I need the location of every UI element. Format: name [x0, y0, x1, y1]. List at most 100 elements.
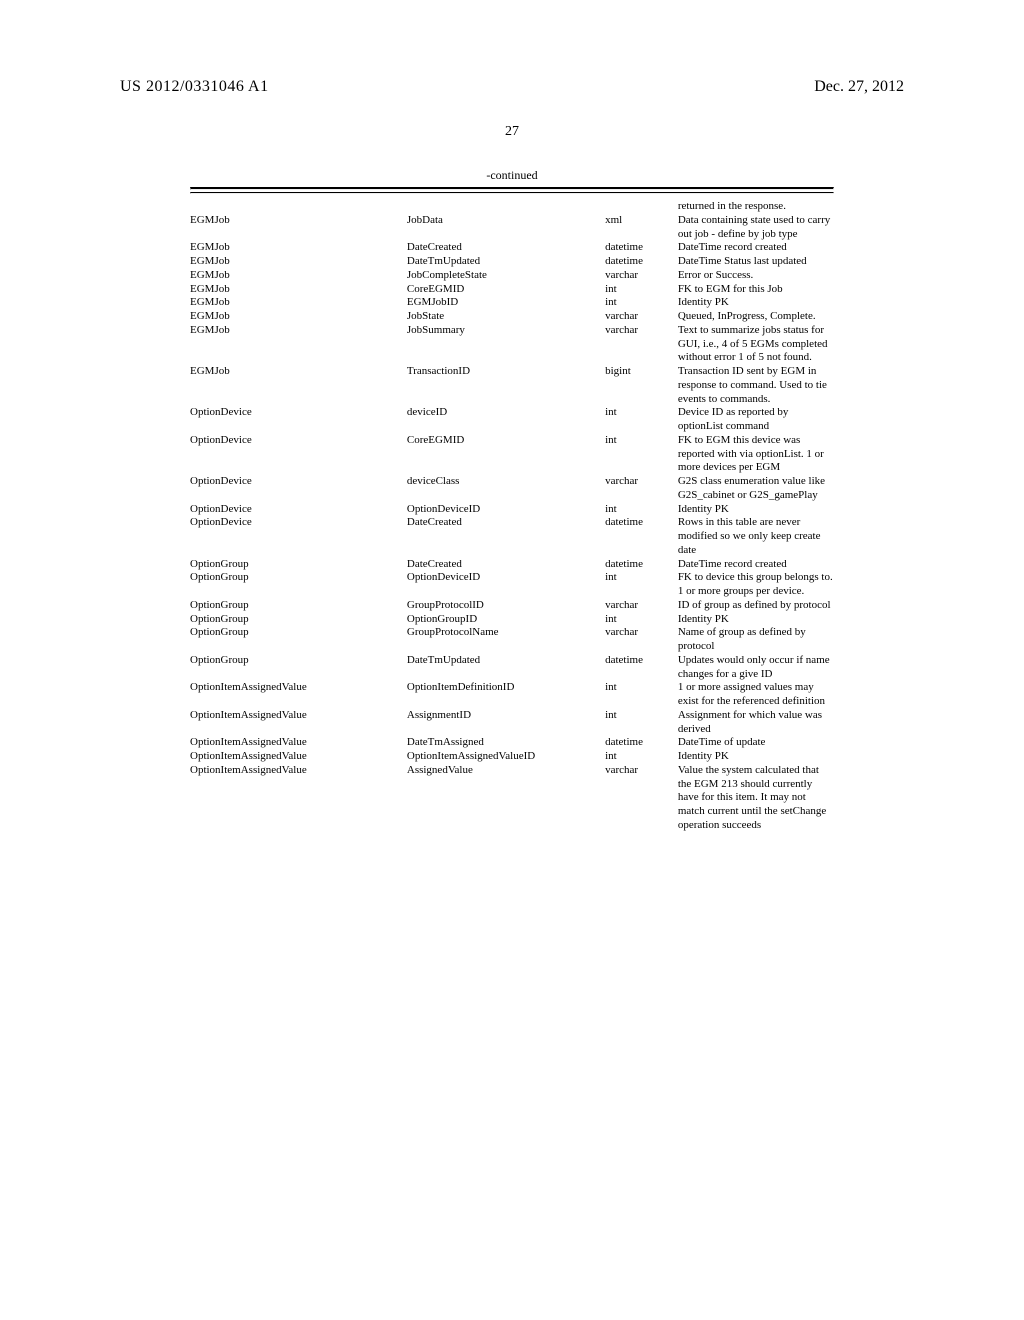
cell-type: xml — [605, 214, 678, 242]
cell-field: AssignmentID — [407, 709, 605, 737]
cell-description: Identity PK — [678, 613, 834, 627]
cell-type: int — [605, 750, 678, 764]
cell-table: OptionGroup — [190, 558, 407, 572]
cell-description: Name of group as defined by protocol — [678, 626, 834, 654]
cell-table: OptionItemAssignedValue — [190, 736, 407, 750]
cell-type: bigint — [605, 365, 678, 406]
table-row: OptionGroupDateTmUpdateddatetimeUpdates … — [190, 654, 834, 682]
cell-type: int — [605, 434, 678, 475]
cell-type: varchar — [605, 475, 678, 503]
cell-table: EGMJob — [190, 296, 407, 310]
cell-field: DateCreated — [407, 516, 605, 557]
cell-table: EGMJob — [190, 269, 407, 283]
cell-type: int — [605, 296, 678, 310]
cell-field: EGMJobID — [407, 296, 605, 310]
cell-description: Transaction ID sent by EGM in response t… — [678, 365, 834, 406]
cell-field: DateTmUpdated — [407, 654, 605, 682]
table-row: EGMJobJobSummaryvarcharText to summarize… — [190, 324, 834, 365]
cell-type: varchar — [605, 764, 678, 833]
cell-type: datetime — [605, 736, 678, 750]
table-row: OptionDevicedeviceIDintDevice ID as repo… — [190, 406, 834, 434]
table-row: OptionGroupOptionDeviceIDintFK to device… — [190, 571, 834, 599]
cell-field: OptionGroupID — [407, 613, 605, 627]
light-rule — [190, 192, 834, 194]
table-row: OptionItemAssignedValueOptionItemAssigne… — [190, 750, 834, 764]
cell-table: EGMJob — [190, 310, 407, 324]
cell-table: OptionGroup — [190, 571, 407, 599]
cell-type: int — [605, 571, 678, 599]
table-row: OptionItemAssignedValueAssignmentIDintAs… — [190, 709, 834, 737]
cell-table: EGMJob — [190, 365, 407, 406]
cell-type: varchar — [605, 310, 678, 324]
table-row: EGMJobJobCompleteStatevarcharError or Su… — [190, 269, 834, 283]
cell-description: Error or Success. — [678, 269, 834, 283]
cell-description: Value the system calculated that the EGM… — [678, 764, 834, 833]
cell-table: EGMJob — [190, 241, 407, 255]
table-row: EGMJobJobDataxmlData containing state us… — [190, 214, 834, 242]
cell-description: ID of group as defined by protocol — [678, 599, 834, 613]
cell-field: OptionDeviceID — [407, 571, 605, 599]
cell-table: OptionGroup — [190, 599, 407, 613]
table-row: OptionItemAssignedValueAssignedValuevarc… — [190, 764, 834, 833]
cell-type: varchar — [605, 626, 678, 654]
cell-field: JobCompleteState — [407, 269, 605, 283]
cell-type: datetime — [605, 558, 678, 572]
table-row: OptionGroupDateCreateddatetimeDateTime r… — [190, 558, 834, 572]
cell-description: DateTime of update — [678, 736, 834, 750]
heavy-rule — [190, 187, 834, 190]
cell-field: deviceID — [407, 406, 605, 434]
cell-description: FK to EGM for this Job — [678, 283, 834, 297]
cell-table: OptionGroup — [190, 613, 407, 627]
cell-type: int — [605, 283, 678, 297]
table-row: returned in the response. — [190, 200, 834, 214]
cell-description: Data containing state used to carry out … — [678, 214, 834, 242]
cell-table: OptionGroup — [190, 626, 407, 654]
cell-field: CoreEGMID — [407, 434, 605, 475]
table-row: EGMJobDateTmUpdateddatetimeDateTime Stat… — [190, 255, 834, 269]
publication-number: US 2012/0331046 A1 — [120, 78, 269, 96]
cell-table: OptionDevice — [190, 406, 407, 434]
table-row: OptionDeviceOptionDeviceIDintIdentity PK — [190, 503, 834, 517]
cell-field: DateTmAssigned — [407, 736, 605, 750]
table-row: EGMJobDateCreateddatetimeDateTime record… — [190, 241, 834, 255]
page-header: US 2012/0331046 A1 Dec. 27, 2012 — [120, 78, 904, 96]
page-number: 27 — [0, 124, 1024, 140]
cell-description: Text to summarize jobs status for GUI, i… — [678, 324, 834, 365]
cell-type: datetime — [605, 654, 678, 682]
continued-label: -continued — [190, 168, 834, 187]
cell-type: datetime — [605, 255, 678, 269]
cell-field: AssignedValue — [407, 764, 605, 833]
cell-type: int — [605, 406, 678, 434]
cell-field: GroupProtocolName — [407, 626, 605, 654]
cell-description: Queued, InProgress, Complete. — [678, 310, 834, 324]
cell-type: int — [605, 613, 678, 627]
table-row: OptionGroupOptionGroupIDintIdentity PK — [190, 613, 834, 627]
cell-description: Assignment for which value was derived — [678, 709, 834, 737]
cell-description: Identity PK — [678, 296, 834, 310]
cell-field: JobState — [407, 310, 605, 324]
cell-table: OptionItemAssignedValue — [190, 709, 407, 737]
cell-field: deviceClass — [407, 475, 605, 503]
table-row: OptionDeviceCoreEGMIDintFK to EGM this d… — [190, 434, 834, 475]
cell-type: datetime — [605, 516, 678, 557]
cell-description: DateTime record created — [678, 241, 834, 255]
cell-field: TransactionID — [407, 365, 605, 406]
cell-type: int — [605, 709, 678, 737]
cell-table: EGMJob — [190, 214, 407, 242]
cell-description: FK to device this group belongs to. 1 or… — [678, 571, 834, 599]
cell-type: varchar — [605, 324, 678, 365]
cell-field: GroupProtocolID — [407, 599, 605, 613]
table-row: OptionDevicedeviceClassvarcharG2S class … — [190, 475, 834, 503]
table-row: OptionGroupGroupProtocolNamevarcharName … — [190, 626, 834, 654]
cell-description: 1 or more assigned values may exist for … — [678, 681, 834, 709]
cell-description: Updates would only occur if name changes… — [678, 654, 834, 682]
cell-type: datetime — [605, 241, 678, 255]
cell-table: EGMJob — [190, 255, 407, 269]
table-row: OptionItemAssignedValueDateTmAssigneddat… — [190, 736, 834, 750]
cell-table: EGMJob — [190, 283, 407, 297]
cell-field: JobSummary — [407, 324, 605, 365]
publication-date: Dec. 27, 2012 — [814, 78, 904, 96]
cell-type: varchar — [605, 599, 678, 613]
cell-field: OptionItemAssignedValueID — [407, 750, 605, 764]
table-row: EGMJobEGMJobIDintIdentity PK — [190, 296, 834, 310]
